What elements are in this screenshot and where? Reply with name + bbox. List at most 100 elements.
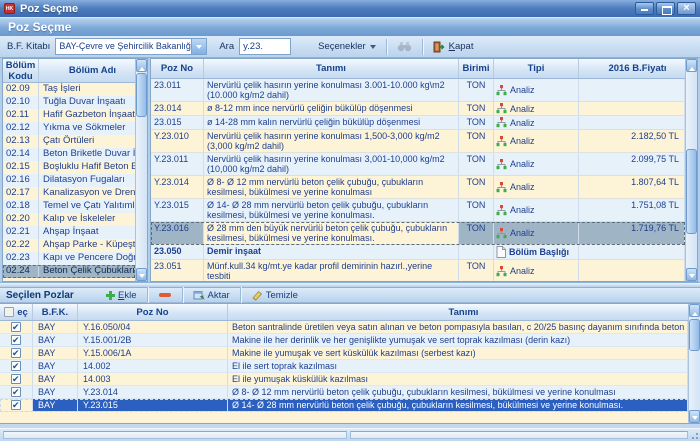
section-row[interactable]: 02.17 Kanalizasyon ve Drenaj İçin B xyxy=(3,187,135,200)
row-select-cell[interactable] xyxy=(0,334,33,346)
selected-poz-row[interactable]: BAY Y.23.014 Ø 8- Ø 12 mm nervürlü beton… xyxy=(0,386,688,399)
section-row[interactable]: 02.10 Tuğla Duvar İnşaatı xyxy=(3,96,135,109)
poz-row[interactable]: Y.23.011 Nervürlü çelik hasırın yerine k… xyxy=(151,153,685,176)
poz-type-label: Analiz xyxy=(510,159,535,169)
section-name: Beton Çelik Çubuklarının İşler xyxy=(39,265,135,278)
status-panel-right xyxy=(350,431,688,439)
row-description: Makine ile yumuşak ve sert küskülük kazı… xyxy=(228,347,688,359)
scroll-up-icon[interactable] xyxy=(136,59,147,72)
section-row[interactable]: 02.15 Boşluklu Hafif Beton Blok (As xyxy=(3,161,135,174)
section-row[interactable]: 02.11 Hafif Gazbeton İnşaatı xyxy=(3,109,135,122)
page-title: Poz Seçme xyxy=(8,20,71,34)
clear-button[interactable]: Temizle xyxy=(246,290,303,301)
checkbox-icon[interactable] xyxy=(11,322,21,332)
checkbox-icon[interactable] xyxy=(11,400,21,410)
section-row[interactable]: 02.23 Kapı ve Pencere Doğramaları xyxy=(3,252,135,265)
checkbox-icon[interactable] xyxy=(11,348,21,358)
poz-panel: Poz No Tanımı Birimi Tipi 2016 B.Fiyatı … xyxy=(150,58,698,282)
column-header-tipi[interactable]: Tipi xyxy=(494,59,579,78)
row-select-cell[interactable] xyxy=(0,399,33,411)
poz-row[interactable]: 23.015 ø 14-28 mm kalın nervürlü çeliğin… xyxy=(151,116,685,130)
selected-poz-row[interactable]: BAY 14.002 El ile sert toprak kazılması xyxy=(0,360,688,373)
column-header-tanimi[interactable]: Tanımı xyxy=(204,59,459,78)
poz-row[interactable]: Y.23.016 Ø 28 mm den büyük nervürlü beto… xyxy=(151,222,685,245)
checkbox-icon[interactable] xyxy=(11,374,21,384)
resize-grip[interactable] xyxy=(689,430,698,439)
scroll-up-icon[interactable] xyxy=(689,304,700,317)
scroll-up-icon[interactable] xyxy=(686,59,697,72)
poz-row[interactable]: Y.23.010 Nervürlü çelik hasırın yerine k… xyxy=(151,130,685,153)
selected-poz-row[interactable]: BAY Y.15.006/1A Makine ile yumuşak ve se… xyxy=(0,347,688,360)
checkbox-icon[interactable] xyxy=(11,387,21,397)
selected-poz-row[interactable]: BAY Y.15.001/2B Makine ile her derinlik … xyxy=(0,334,688,347)
close-dialog-button[interactable]: Kapat xyxy=(428,39,479,55)
column-header-bolum-kodu[interactable]: Bölüm Kodu xyxy=(3,59,39,82)
row-select-cell[interactable] xyxy=(0,347,33,359)
transfer-button[interactable]: Aktar xyxy=(188,290,235,301)
poz-row[interactable]: 23.050 Demir inşaat Bölüm Başlığı xyxy=(151,245,685,260)
toolbar-separator xyxy=(147,287,148,303)
scrollbar-thumb[interactable] xyxy=(689,319,700,351)
find-button[interactable] xyxy=(392,39,417,54)
section-row[interactable]: 02.16 Dilatasyon Fugaları xyxy=(3,174,135,187)
poz-unit xyxy=(459,245,494,259)
poz-unit: TON xyxy=(459,199,494,221)
remove-button[interactable] xyxy=(153,291,177,299)
section-row[interactable]: 02.14 Beton Briketle Duvar İnşaatı xyxy=(3,148,135,161)
scrollbar-thumb[interactable] xyxy=(136,73,147,117)
column-header-sec[interactable]: eç xyxy=(0,304,33,320)
poz-price: 2.182,50 TL xyxy=(579,130,685,152)
bf-book-dropdown[interactable]: BAY-Çevre ve Şehircilik Bakanlığı xyxy=(55,38,207,55)
checkbox-icon[interactable] xyxy=(11,361,21,371)
poz-scrollbar[interactable] xyxy=(685,59,697,281)
poz-no: Y.23.011 xyxy=(151,153,204,175)
scroll-down-icon[interactable] xyxy=(136,268,147,281)
section-row[interactable]: 02.20 Kalıp ve İskeleler xyxy=(3,213,135,226)
column-header-poz-no[interactable]: Poz No xyxy=(78,304,228,320)
poz-unit: TON xyxy=(459,260,494,281)
poz-row[interactable]: Y.23.015 Ø 14- Ø 28 mm nervürlü beton çe… xyxy=(151,199,685,222)
section-row[interactable]: 02.21 Ahşap İnşaat xyxy=(3,226,135,239)
scroll-down-icon[interactable] xyxy=(689,410,700,423)
section-row[interactable]: 02.24 Beton Çelik Çubuklarının İşler xyxy=(3,265,135,278)
column-header-tanimi[interactable]: Tanımı xyxy=(228,304,700,320)
column-header-birimi[interactable]: Birimi xyxy=(459,59,494,78)
section-row[interactable]: 02.12 Yıkma ve Sökmeler xyxy=(3,122,135,135)
checkbox-icon[interactable] xyxy=(4,307,14,317)
sections-scrollbar[interactable] xyxy=(135,59,147,281)
scroll-down-icon[interactable] xyxy=(686,268,697,281)
section-row[interactable]: 02.22 Ahşap Parke - Küpeşte ve Lan xyxy=(3,239,135,252)
section-row[interactable]: 02.18 Temel ve Çatı Yalıtımları xyxy=(3,200,135,213)
row-select-cell[interactable] xyxy=(0,360,33,372)
column-header-poz-no[interactable]: Poz No xyxy=(151,59,204,78)
bf-book-value: BAY-Çevre ve Şehircilik Bakanlığı xyxy=(56,39,191,54)
poz-unit: TON xyxy=(459,79,494,101)
options-button[interactable]: Seçenekler xyxy=(313,39,381,54)
column-header-bfk[interactable]: B.F.K. xyxy=(33,304,78,320)
chevron-down-icon[interactable] xyxy=(191,39,206,54)
section-row[interactable]: 02.13 Çatı Örtüleri xyxy=(3,135,135,148)
row-select-cell[interactable] xyxy=(0,386,33,398)
selected-poz-row[interactable]: BAY Y.23.015 Ø 14- Ø 28 mm nervürlü beto… xyxy=(0,399,688,412)
checkbox-icon[interactable] xyxy=(11,335,21,345)
row-select-cell[interactable] xyxy=(0,321,33,333)
poz-row[interactable]: 23.051 Münf.kull.34 kg/mt.ye kadar profi… xyxy=(151,260,685,281)
selected-poz-row[interactable]: BAY 14.003 El ile yumuşak küskülük kazıl… xyxy=(0,373,688,386)
minimize-button[interactable] xyxy=(635,2,654,15)
scrollbar-thumb[interactable] xyxy=(686,149,697,234)
add-button[interactable]: Ekle xyxy=(101,290,142,301)
column-header-fiyat[interactable]: 2016 B.Fiyatı xyxy=(579,59,697,78)
search-input[interactable] xyxy=(239,38,291,55)
close-button[interactable] xyxy=(677,2,696,15)
poz-row[interactable]: 23.014 ø 8-12 mm ince nervürlü çeliğin b… xyxy=(151,102,685,116)
maximize-button[interactable] xyxy=(656,2,675,15)
poz-type-label: Analiz xyxy=(510,205,535,215)
sections-list: 02.09 Taş İşleri 02.10 Tuğla Duvar İnşaa… xyxy=(3,83,135,281)
section-row[interactable]: 02.09 Taş İşleri xyxy=(3,83,135,96)
column-header-bolum-adi[interactable]: Bölüm Adı xyxy=(39,59,147,82)
poz-row[interactable]: Y.23.014 Ø 8- Ø 12 mm nervürlü beton çel… xyxy=(151,176,685,199)
poz-row[interactable]: 23.011 Nervürlü çelik hasırın yerine kon… xyxy=(151,79,685,102)
row-select-cell[interactable] xyxy=(0,373,33,385)
selected-scrollbar[interactable] xyxy=(688,304,700,423)
selected-poz-row[interactable]: BAY Y.16.050/04 Beton santralinde üretil… xyxy=(0,321,688,334)
